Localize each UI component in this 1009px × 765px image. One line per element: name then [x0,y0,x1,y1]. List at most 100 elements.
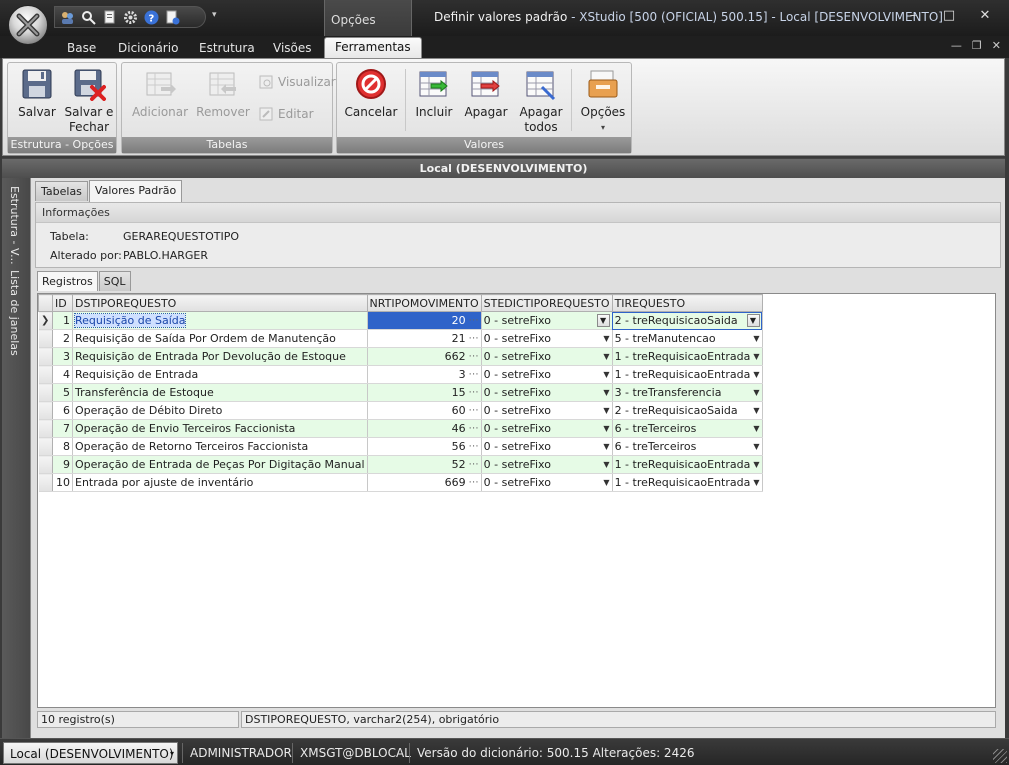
cell-id[interactable]: 9 [52,455,73,474]
chevron-down-icon[interactable]: ▼ [750,478,759,487]
chevron-down-icon[interactable]: ▼ [596,314,610,327]
cancel-button[interactable]: Cancelar [343,67,399,120]
include-button[interactable]: Incluir [411,67,457,120]
ellipsis-button-icon[interactable]: ⋯ [466,459,479,470]
tab-registros[interactable]: Registros [37,271,98,291]
column-header-nrtipomovimento[interactable]: NRTIPOMOVIMENTO [366,294,482,312]
tab-ferramentas[interactable]: Ferramentas [324,37,422,58]
chevron-down-icon[interactable]: ▼ [600,424,609,433]
table-row[interactable]: 7 Operação de Envio Terceiros Faccionista… [38,419,763,438]
chevron-down-icon[interactable]: ▼ [600,388,609,397]
cell-dstiporequesto[interactable]: Operação de Débito Direto [72,401,368,420]
table-row[interactable]: 5 Transferência de Estoque 15 ⋯ 0 - setreFix… [38,383,763,402]
ellipsis-button-icon[interactable]: ⋯ [466,333,479,344]
tab-dicionario[interactable]: Dicionário [118,39,178,58]
column-header-stedictiporequesto[interactable]: STEDICTIPOREQUESTO [480,294,613,312]
cell-dstiporequesto[interactable]: Transferência de Estoque [72,383,368,402]
close-button[interactable]: ✕ [967,6,1003,26]
row-indicator[interactable] [38,347,53,366]
dock-tab-estrutura[interactable]: Estrutura - V... [8,186,21,265]
cell-id[interactable]: 10 [52,473,73,492]
cell-stedictiporequesto[interactable]: 0 - setreFixo ▼ [481,401,613,420]
table-row[interactable]: 2 Requisição de Saída Por Ordem de Manute… [38,329,763,348]
chevron-down-icon[interactable]: ▼ [750,424,759,433]
cell-id[interactable]: 2 [52,329,73,348]
delete-all-button[interactable]: Apagar todos [515,67,567,135]
ellipsis-button-icon[interactable]: ⋯ [466,387,479,398]
chevron-down-icon[interactable]: ▼ [600,352,609,361]
application-menu-button[interactable] [8,5,48,45]
edit-button[interactable]: Editar [258,106,314,122]
column-header-dstiporequesto[interactable]: DSTIPOREQUESTO [72,294,368,312]
chevron-down-icon[interactable]: ▼ [600,370,609,379]
cell-tirequesto[interactable]: 1 - treRequisicaoEntrada ▼ [612,455,763,474]
cell-nrtipomovimento[interactable]: 20 ⋯ [367,311,482,330]
chevron-down-icon[interactable]: ▼ [746,314,760,327]
add-button[interactable]: Adicionar [130,67,190,120]
ellipsis-button-icon[interactable]: ⋯ [466,369,479,380]
records-grid[interactable]: ID DSTIPOREQUESTO NRTIPOMOVIMENTO STEDIC… [37,293,996,708]
cell-nrtipomovimento[interactable]: 662 ⋯ [367,347,482,366]
row-indicator[interactable] [38,383,53,402]
cell-tirequesto[interactable]: 1 - treRequisicaoEntrada ▼ [612,365,763,384]
cell-tirequesto[interactable]: 6 - treTerceiros ▼ [612,419,763,438]
cell-nrtipomovimento[interactable]: 3 ⋯ [367,365,482,384]
help-icon[interactable]: ? [143,9,160,26]
cell-nrtipomovimento[interactable]: 15 ⋯ [367,383,482,402]
cell-id[interactable]: 4 [52,365,73,384]
column-header-id[interactable]: ID [52,294,73,312]
table-row[interactable]: 4 Requisição de Entrada 3 ⋯ 0 - setreFixo ▼ 1 … [38,365,763,384]
mdi-restore-button[interactable]: ❐ [972,39,982,52]
cell-stedictiporequesto[interactable]: 0 - setreFixo ▼ [481,311,613,330]
cell-nrtipomovimento[interactable]: 56 ⋯ [367,437,482,456]
chevron-down-icon[interactable]: ▼ [600,442,609,451]
info-document-icon[interactable] [164,9,181,26]
cell-nrtipomovimento[interactable]: 60 ⋯ [367,401,482,420]
maximize-button[interactable]: □ [931,6,967,26]
cell-dstiporequesto[interactable]: Operação de Entrada de Peças Por Digitaç… [72,455,368,474]
view-button[interactable]: Visualizar [258,74,336,90]
chevron-down-icon[interactable]: ▼ [600,460,609,469]
cell-tirequesto[interactable]: 1 - treRequisicaoEntrada ▼ [612,473,763,492]
ellipsis-button-icon[interactable]: ⋯ [466,441,479,452]
cell-id[interactable]: 7 [52,419,73,438]
minimize-button[interactable]: – [895,6,931,26]
tab-sql[interactable]: SQL [98,271,131,291]
cell-dstiporequesto[interactable]: Operação de Envio Terceiros Faccionista [72,419,368,438]
gear-icon[interactable] [122,9,139,26]
cell-nrtipomovimento[interactable]: 46 ⋯ [367,419,482,438]
table-row[interactable]: 10 Entrada por ajuste de inventário 669 ⋯ 0 … [38,473,763,492]
tab-estrutura[interactable]: Estrutura [199,39,255,58]
row-indicator[interactable] [38,365,53,384]
row-indicator[interactable] [38,419,53,438]
cell-id[interactable]: 6 [52,401,73,420]
row-indicator[interactable] [38,401,53,420]
save-button[interactable]: Salvar [12,67,62,120]
tab-tabelas[interactable]: Tabelas [35,181,88,201]
tab-base[interactable]: Base [67,39,96,58]
customize-quick-access-dropdown[interactable]: ▾ [212,10,217,20]
cell-dstiporequesto[interactable]: Requisição de Entrada [72,365,368,384]
users-icon[interactable] [59,9,76,26]
chevron-down-icon[interactable]: ▼ [600,478,609,487]
column-header-tirequesto[interactable]: TIREQUESTO [611,294,763,312]
cell-id[interactable]: 5 [52,383,73,402]
cell-id[interactable]: 3 [52,347,73,366]
cell-stedictiporequesto[interactable]: 0 - setreFixo ▼ [481,383,613,402]
options-button[interactable]: Opções ▾ [577,67,629,135]
cell-stedictiporequesto[interactable]: 0 - setreFixo ▼ [481,329,613,348]
cell-dstiporequesto[interactable]: Requisição de Saída Por Ordem de Manuten… [72,329,368,348]
chevron-down-icon[interactable]: ▼ [750,352,759,361]
save-and-close-button[interactable]: Salvar e Fechar [64,67,114,135]
row-indicator[interactable] [38,473,53,492]
cell-tirequesto[interactable]: 2 - treRequisicaoSaida ▼ [612,311,763,330]
chevron-down-icon[interactable]: ▼ [750,388,759,397]
cell-tirequesto[interactable]: 5 - treManutencao ▼ [612,329,763,348]
table-row[interactable]: 9 Operação de Entrada de Peças Por Digita… [38,455,763,474]
ellipsis-button-icon[interactable]: ⋯ [466,315,479,326]
chevron-down-icon[interactable]: ▼ [750,460,759,469]
tab-valores-padrao[interactable]: Valores Padrão [88,180,183,202]
ellipsis-button-icon[interactable]: ⋯ [466,351,479,362]
cell-dstiporequesto[interactable]: Operação de Retorno Terceiros Faccionist… [72,437,368,456]
cell-id[interactable]: 1 [52,311,73,330]
